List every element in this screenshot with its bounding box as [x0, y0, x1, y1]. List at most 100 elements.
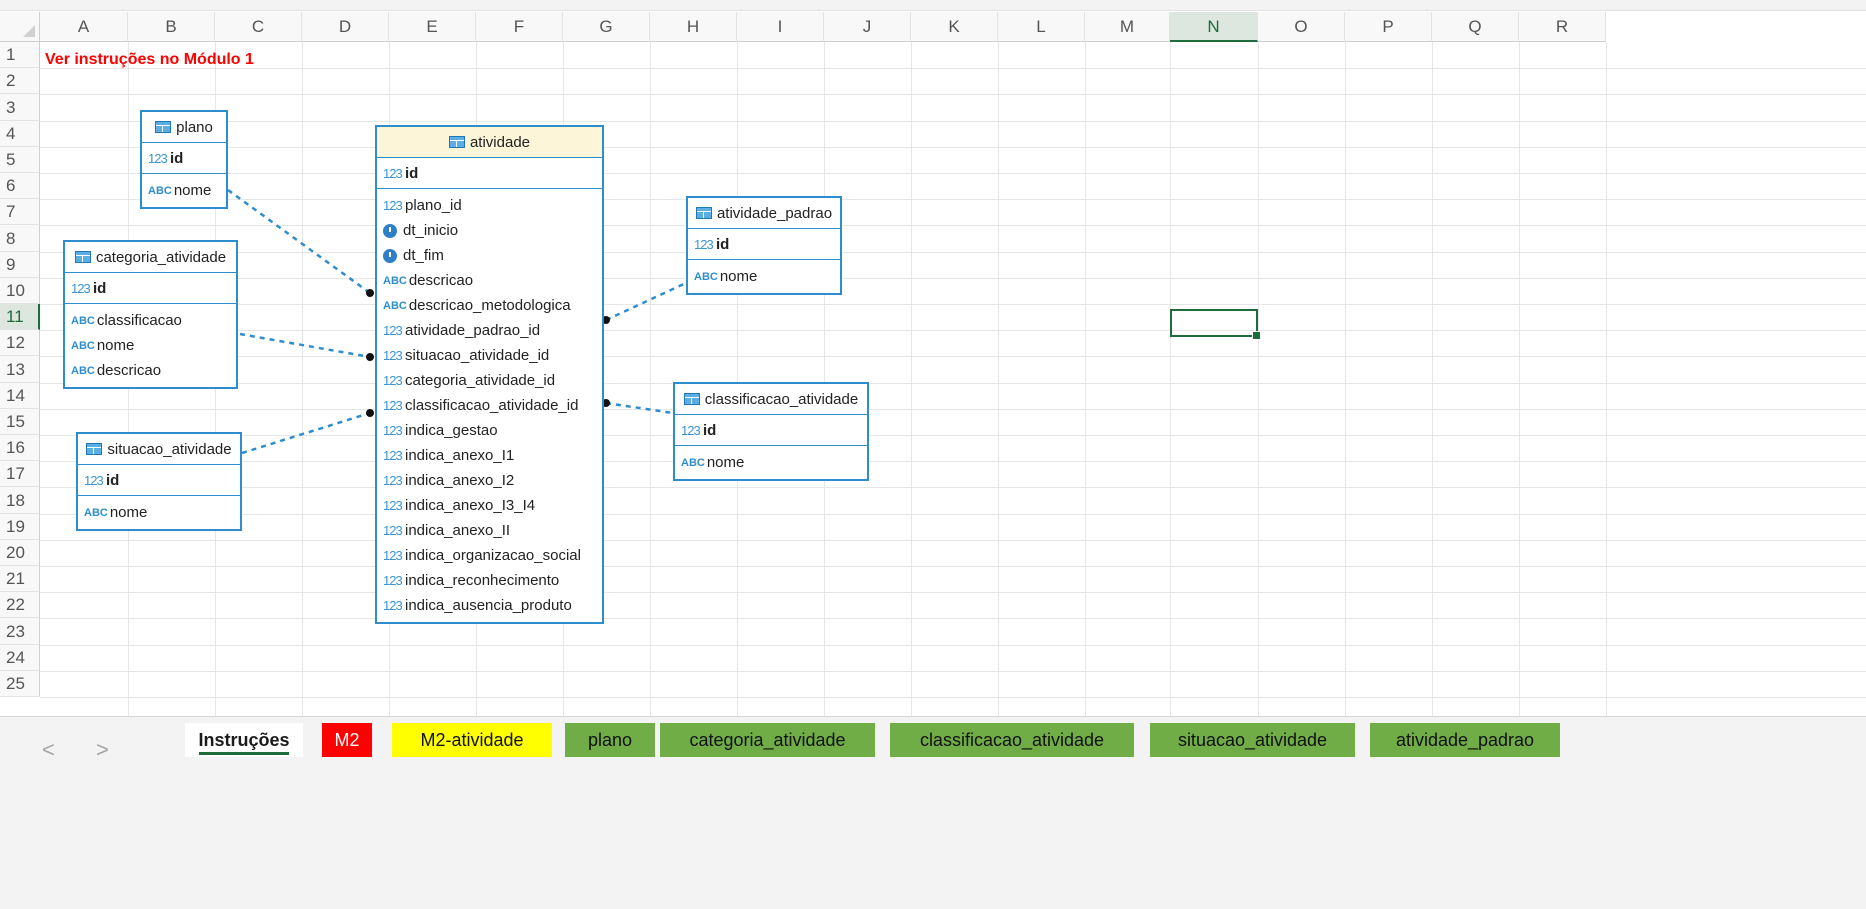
primary-key-row: 123 id — [78, 465, 240, 496]
link-situacao — [241, 411, 371, 455]
sheet-tab-m2[interactable]: M2 — [322, 723, 372, 757]
entity-field: ABC nome — [78, 500, 240, 525]
field-label: plano_id — [405, 197, 462, 214]
entity-title: situacao_atividade — [107, 440, 232, 458]
entity-field: 123 situacao_atividade_id — [377, 343, 602, 368]
sheet-tab-m2-atividade[interactable]: M2-atividade — [392, 723, 552, 757]
number-type-icon: 123 — [383, 573, 403, 588]
number-type-icon: 123 — [383, 198, 403, 213]
field-label: dt_fim — [403, 247, 444, 264]
text-type-icon: ABC — [383, 274, 407, 287]
pk-label: id — [405, 164, 419, 182]
table-icon — [683, 393, 700, 405]
number-key-icon: 123 — [694, 236, 714, 252]
number-key-icon: 123 — [681, 422, 701, 438]
entity-field: 123 indica_anexo_I3_I4 — [377, 493, 602, 518]
sheet-tab-categoria-atividade[interactable]: categoria_atividade — [660, 723, 875, 757]
text-type-icon: ABC — [71, 364, 95, 377]
entity-classificacao-atividade[interactable]: classificacao_atividade 123 id ABC nome — [673, 382, 869, 481]
text-type-icon: ABC — [84, 506, 108, 519]
pk-label: id — [93, 279, 107, 297]
next-sheet-button[interactable]: > — [96, 737, 109, 763]
entity-field: ABC nome — [65, 333, 236, 358]
entity-field: 123 indica_gestao — [377, 418, 602, 443]
entity-field: ABC nome — [675, 450, 867, 475]
table-icon — [695, 207, 712, 219]
text-type-icon: ABC — [681, 456, 705, 469]
sheet-tab-situacao-atividade[interactable]: situacao_atividade — [1150, 723, 1355, 757]
field-label: classificacao — [96, 312, 182, 329]
field-list: ABC nome — [142, 174, 226, 207]
sheet-tab-bar: < > Instruções M2 M2-atividade plano categor… — [0, 716, 1866, 909]
number-type-icon: 123 — [383, 423, 403, 438]
text-type-icon: ABC — [148, 184, 172, 197]
clock-icon — [383, 223, 397, 238]
entity-field: 123 categoria_atividade_id — [377, 368, 602, 393]
entity-atividade[interactable]: atividade 123 id 123 plano_id dt_inicio dt_f… — [375, 125, 604, 624]
field-label: indica_anexo_I1 — [405, 447, 515, 464]
field-label: indica_ausencia_produto — [405, 597, 572, 614]
field-label: dt_inicio — [403, 222, 459, 239]
sheet-tab-plano[interactable]: plano — [565, 723, 655, 757]
text-type-icon: ABC — [71, 314, 95, 327]
table-icon — [448, 136, 465, 148]
entity-situacao-atividade[interactable]: situacao_atividade 123 id ABC nome — [76, 432, 242, 531]
relationship-endpoint — [366, 409, 374, 417]
field-label: indica_reconhecimento — [405, 572, 560, 589]
primary-key-row: 123 id — [675, 415, 867, 446]
number-key-icon: 123 — [148, 150, 168, 166]
primary-key-row: 123 id — [65, 273, 236, 304]
field-list: ABC classificacao ABC nome ABC descricao — [65, 304, 236, 387]
sheet-tab-classificacao-atividade[interactable]: classificacao_atividade — [890, 723, 1134, 757]
field-list: ABC nome — [688, 260, 840, 293]
entity-field: 123 indica_organizacao_social — [377, 543, 602, 568]
entity-header: categoria_atividade — [65, 242, 236, 273]
field-label: descricao — [96, 362, 162, 379]
relationship-endpoint — [366, 353, 374, 361]
field-label: nome — [173, 182, 212, 199]
entity-plano[interactable]: plano 123 id ABC nome — [140, 110, 228, 209]
entity-atividade-padrao[interactable]: atividade_padrao 123 id ABC nome — [686, 196, 842, 295]
field-label: categoria_atividade_id — [405, 372, 556, 389]
number-type-icon: 123 — [383, 323, 403, 338]
field-label: nome — [719, 268, 758, 285]
link-plano — [227, 188, 371, 295]
field-label: atividade_padrao_id — [405, 322, 541, 339]
entity-field: 123 classificacao_atividade_id — [377, 393, 602, 418]
field-label: nome — [96, 337, 135, 354]
entity-field: ABC descricao — [65, 358, 236, 383]
sheet-tab-atividade-padrao[interactable]: atividade_padrao — [1370, 723, 1560, 757]
pk-label: id — [106, 471, 120, 489]
entity-field: dt_fim — [377, 243, 602, 268]
entity-field: ABC classificacao — [65, 308, 236, 333]
number-type-icon: 123 — [383, 473, 403, 488]
pk-label: id — [170, 149, 184, 167]
entity-header: atividade — [377, 127, 602, 158]
spreadsheet-grid[interactable]: ABCDEFGHIJKLMNOPQR 1 2 3 4 5 6 7 8 9 10 11 12 13 14 15… — [0, 0, 1866, 716]
entity-field: ABC descricao — [377, 268, 602, 293]
table-icon — [74, 251, 91, 263]
relationship-lines — [227, 188, 687, 455]
number-type-icon: 123 — [383, 548, 403, 563]
number-key-icon: 123 — [383, 165, 403, 181]
sheet-tab-instru-es[interactable]: Instruções — [185, 723, 303, 757]
primary-key-row: 123 id — [688, 229, 840, 260]
field-label: indica_anexo_I2 — [405, 472, 515, 489]
field-label: classificacao_atividade_id — [405, 397, 579, 414]
entity-title: categoria_atividade — [95, 248, 227, 266]
field-label: indica_gestao — [405, 422, 498, 439]
number-type-icon: 123 — [383, 373, 403, 388]
field-label: indica_organizacao_social — [405, 547, 581, 564]
entity-title: atividade — [469, 133, 531, 151]
field-label: indica_anexo_II — [405, 522, 511, 539]
text-type-icon: ABC — [383, 299, 407, 312]
field-list: 123 plano_id dt_inicio dt_fim ABC descricao AB… — [377, 189, 602, 622]
entity-field: ABC nome — [142, 178, 226, 203]
text-type-icon: ABC — [694, 270, 718, 283]
entity-field: 123 indica_anexo_I2 — [377, 468, 602, 493]
field-label: nome — [109, 504, 148, 521]
prev-sheet-button[interactable]: < — [42, 737, 55, 763]
field-label: nome — [706, 454, 745, 471]
entity-title: atividade_padrao — [716, 204, 833, 222]
entity-categoria-atividade[interactable]: categoria_atividade 123 id ABC classificac… — [63, 240, 238, 389]
